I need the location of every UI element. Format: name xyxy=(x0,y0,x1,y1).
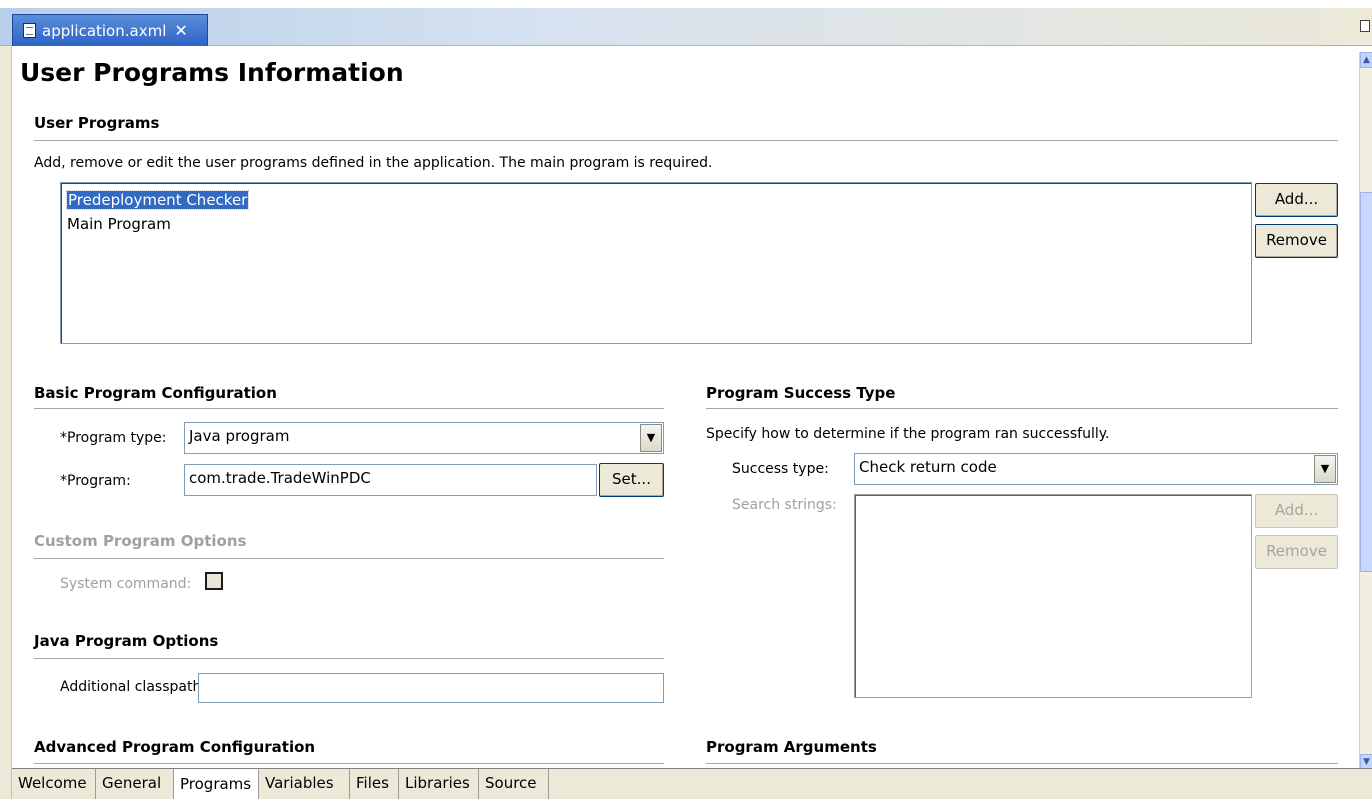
user-programs-description: Add, remove or edit the user programs de… xyxy=(34,155,713,171)
tab-libraries[interactable]: Libraries xyxy=(399,769,479,799)
document-icon xyxy=(23,23,36,38)
success-type-heading: Program Success Type xyxy=(706,384,896,402)
basic-config-divider xyxy=(34,408,664,409)
java-options-heading: Java Program Options xyxy=(34,632,219,650)
program-arguments-divider xyxy=(706,763,1338,764)
remove-search-string-button: Remove xyxy=(1255,535,1338,569)
editor-tab-title: application.axml xyxy=(42,21,167,40)
tab-welcome[interactable]: Welcome xyxy=(12,769,96,799)
user-programs-heading: User Programs xyxy=(34,114,160,132)
tab-source[interactable]: Source xyxy=(479,769,549,799)
user-programs-list[interactable]: Predeployment Checker Main Program xyxy=(60,182,1252,344)
remove-program-button[interactable]: Remove xyxy=(1255,224,1338,258)
editor-tab-application[interactable]: application.axml ✕ xyxy=(12,14,208,46)
search-strings-list xyxy=(854,494,1252,698)
java-options-divider xyxy=(34,658,664,659)
editor-tab-strip: application.axml ✕ xyxy=(0,0,1372,46)
program-arguments-heading: Program Arguments xyxy=(706,738,877,756)
search-strings-label: Search strings: xyxy=(732,497,837,513)
scrollbar-thumb[interactable] xyxy=(1360,192,1372,572)
add-search-string-button: Add... xyxy=(1255,494,1338,528)
basic-config-heading: Basic Program Configuration xyxy=(34,384,277,402)
add-program-button[interactable]: Add... xyxy=(1255,183,1338,217)
custom-options-divider xyxy=(34,558,664,559)
program-label: *Program: xyxy=(60,473,131,489)
list-item-predeployment-checker[interactable]: Predeployment Checker xyxy=(61,188,1251,212)
custom-options-heading: Custom Program Options xyxy=(34,532,247,550)
success-type-select[interactable]: Check return code ▼ xyxy=(854,453,1338,485)
tab-files[interactable]: Files xyxy=(350,769,399,799)
maximize-icon[interactable] xyxy=(1360,20,1370,32)
system-command-label: System command: xyxy=(60,576,192,592)
chevron-down-icon[interactable]: ▼ xyxy=(640,424,662,452)
set-program-button[interactable]: Set... xyxy=(599,463,664,497)
success-type-label: Success type: xyxy=(732,461,829,477)
program-type-select[interactable]: Java program ▼ xyxy=(184,422,664,454)
program-field[interactable]: com.trade.TradeWinPDC xyxy=(184,464,597,496)
tab-variables[interactable]: Variables xyxy=(259,769,350,799)
tab-general[interactable]: General xyxy=(96,769,174,799)
program-type-label: *Program type: xyxy=(60,430,167,446)
classpath-label: Additional classpath: xyxy=(60,679,207,695)
program-type-value: Java program xyxy=(189,427,290,445)
classpath-field[interactable] xyxy=(198,673,664,703)
success-type-value: Check return code xyxy=(859,458,997,476)
user-programs-divider xyxy=(34,140,1338,141)
system-command-checkbox[interactable] xyxy=(205,572,223,590)
vertical-scrollbar[interactable]: ▲ ▼ xyxy=(1359,52,1372,770)
list-item-main-program[interactable]: Main Program xyxy=(61,212,1251,236)
page-title: User Programs Information xyxy=(20,58,404,87)
advanced-config-heading: Advanced Program Configuration xyxy=(34,738,316,756)
success-type-description: Specify how to determine if the program … xyxy=(706,426,1110,442)
scroll-up-icon[interactable]: ▲ xyxy=(1360,52,1372,68)
advanced-config-divider xyxy=(34,763,664,764)
editor-left-edge xyxy=(0,46,12,799)
chevron-down-icon[interactable]: ▼ xyxy=(1314,455,1336,483)
success-type-divider xyxy=(706,408,1338,409)
editor-page-tabs: Welcome General Programs Variables Files… xyxy=(12,768,1372,799)
close-icon[interactable]: ✕ xyxy=(174,21,187,40)
tab-programs[interactable]: Programs xyxy=(174,769,259,799)
